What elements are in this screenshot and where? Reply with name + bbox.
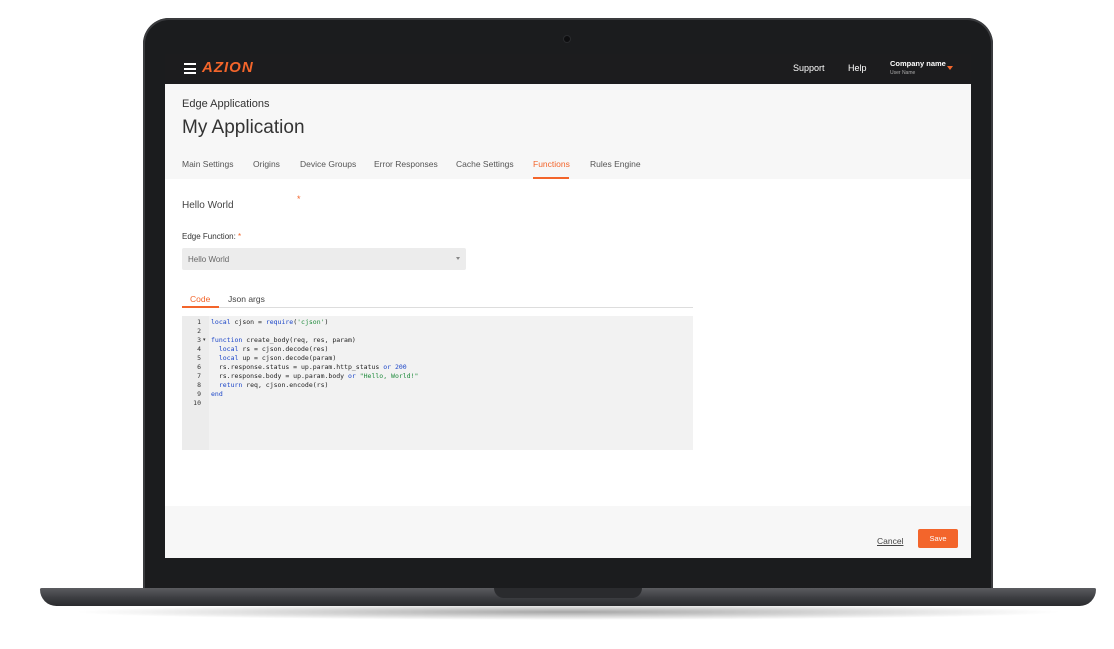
code-line: end bbox=[211, 390, 223, 398]
tab-code[interactable]: Code bbox=[190, 294, 210, 304]
edge-function-label-text: Edge Function: bbox=[182, 232, 236, 241]
active-code-tab-indicator bbox=[182, 306, 219, 308]
edge-function-label: Edge Function: * bbox=[182, 232, 241, 241]
line-number: 3 bbox=[197, 336, 201, 344]
line-number: 5 bbox=[197, 354, 201, 362]
tab-main-settings[interactable]: Main Settings bbox=[182, 159, 234, 169]
tab-rules-engine[interactable]: Rules Engine bbox=[590, 159, 641, 169]
chevron-down-icon bbox=[456, 257, 460, 260]
top-navigation-bar: AZION Support Help Company name User Nam… bbox=[165, 54, 971, 84]
page-title: My Application bbox=[182, 117, 305, 138]
page-header: Edge Applications My Application Main Se… bbox=[165, 84, 971, 179]
edge-function-select-value: Hello World bbox=[188, 255, 230, 264]
chevron-down-icon[interactable] bbox=[947, 66, 953, 70]
azion-logo[interactable]: AZION bbox=[202, 59, 254, 76]
form-footer: Cancel Save bbox=[165, 506, 971, 558]
tab-origins[interactable]: Origins bbox=[253, 159, 280, 169]
function-name-input[interactable]: Hello World bbox=[182, 200, 234, 211]
code-tabs-divider bbox=[182, 307, 693, 308]
code-line: rs.response.body = up.param.body or "Hel… bbox=[211, 372, 419, 380]
help-link[interactable]: Help bbox=[848, 63, 867, 73]
save-button[interactable]: Save bbox=[918, 529, 958, 548]
line-number: 7 bbox=[197, 372, 201, 380]
tab-json-args[interactable]: Json args bbox=[228, 294, 265, 304]
menu-icon[interactable] bbox=[184, 63, 196, 74]
code-line: local up = cjson.decode(param) bbox=[218, 354, 337, 362]
fold-arrow-icon[interactable]: ▾ bbox=[203, 337, 206, 343]
line-number: 6 bbox=[197, 363, 201, 371]
line-number: 8 bbox=[197, 381, 201, 389]
required-marker: * bbox=[238, 232, 242, 241]
code-line: local rs = cjson.decode(res) bbox=[218, 345, 329, 353]
user-name: User Name bbox=[890, 70, 916, 76]
breadcrumb[interactable]: Edge Applications bbox=[182, 98, 269, 110]
laptop-shadow bbox=[70, 604, 1066, 620]
cancel-button[interactable]: Cancel bbox=[877, 536, 903, 546]
code-line: rs.response.status = up.param.http_statu… bbox=[211, 363, 407, 371]
code-line: function create_body(req, res, param) bbox=[211, 336, 356, 344]
required-marker: * bbox=[297, 194, 301, 204]
line-number: 2 bbox=[197, 327, 201, 335]
edge-function-select[interactable]: Hello World bbox=[182, 248, 466, 270]
camera-icon bbox=[564, 36, 570, 42]
support-link[interactable]: Support bbox=[793, 63, 825, 73]
screen: AZION Support Help Company name User Nam… bbox=[165, 54, 971, 558]
line-number: 10 bbox=[193, 399, 201, 407]
code-editor[interactable]: 1 2 3 ▾ 4 5 6 7 8 9 10 local cjson = req… bbox=[182, 316, 693, 450]
company-name[interactable]: Company name bbox=[890, 59, 946, 68]
tab-cache-settings[interactable]: Cache Settings bbox=[456, 159, 514, 169]
laptop-notch bbox=[494, 588, 642, 598]
tab-device-groups[interactable]: Device Groups bbox=[300, 159, 356, 169]
editor-gutter: 1 2 3 ▾ 4 5 6 7 8 9 10 bbox=[182, 316, 209, 450]
code-line: local cjson = require('cjson') bbox=[211, 318, 329, 326]
line-number: 9 bbox=[197, 390, 201, 398]
line-number: 4 bbox=[197, 345, 201, 353]
tab-error-responses[interactable]: Error Responses bbox=[374, 159, 438, 169]
code-line: return req, cjson.encode(rs) bbox=[218, 381, 329, 389]
line-number: 1 bbox=[197, 318, 201, 326]
active-tab-indicator bbox=[533, 177, 569, 179]
tab-functions[interactable]: Functions bbox=[533, 159, 570, 169]
